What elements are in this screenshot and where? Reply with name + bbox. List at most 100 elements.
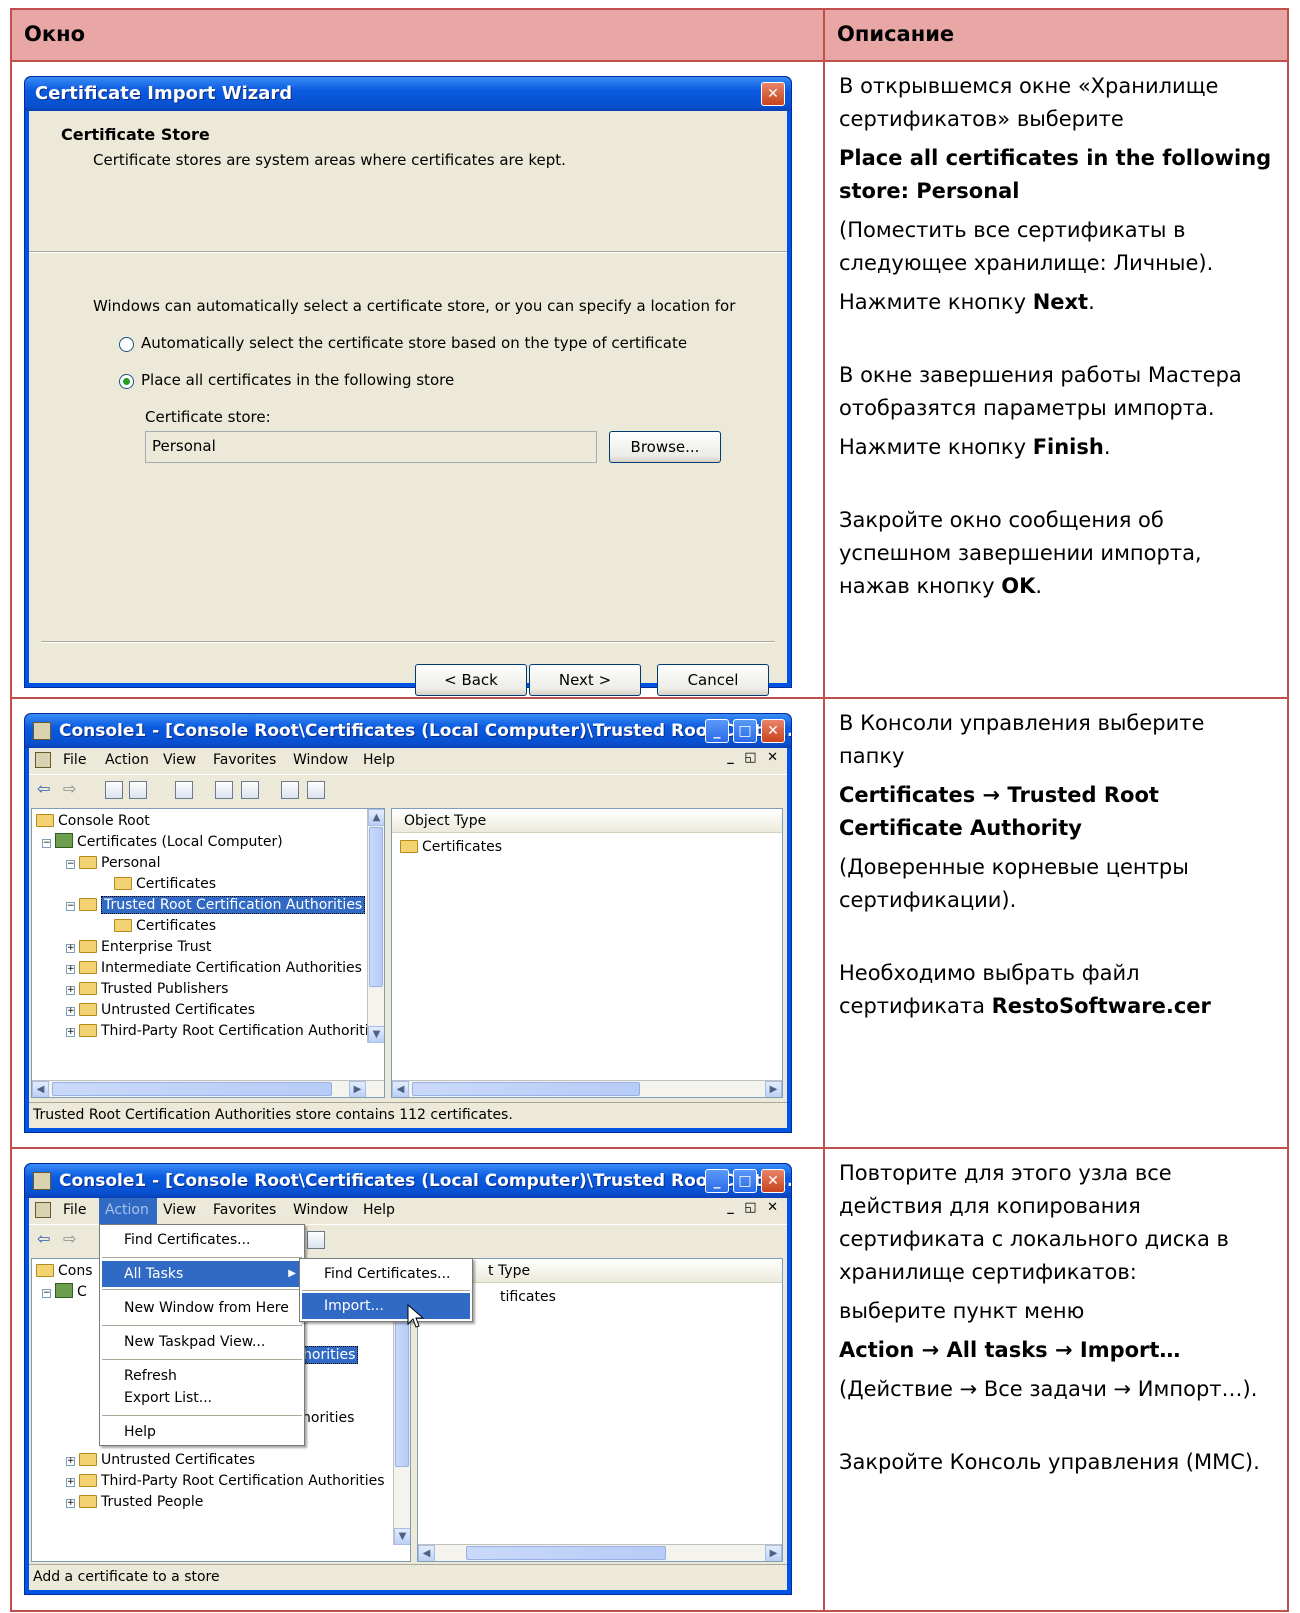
scroll-right-icon[interactable]: ▶ (349, 1081, 366, 1097)
menu-view[interactable]: View (163, 752, 196, 768)
tree-item[interactable]: + Trusted People (66, 1492, 203, 1512)
radio-place-all[interactable] (119, 374, 134, 389)
close-icon[interactable]: ✕ (761, 1169, 785, 1193)
store-label: Certificate store: (145, 408, 271, 426)
mouse-cursor-icon (407, 1304, 425, 1328)
scroll-left-icon[interactable]: ◀ (392, 1081, 409, 1097)
menu-favorites[interactable]: Favorites (213, 752, 276, 768)
desc-text-bold: Action → All tasks → Import… (839, 1334, 1273, 1367)
back-arrow-icon[interactable]: ⇦ (37, 779, 50, 798)
help-icon[interactable] (281, 781, 299, 799)
maximize-icon[interactable]: □ (733, 1169, 757, 1193)
menu-file[interactable]: File (63, 752, 86, 768)
scroll-thumb[interactable] (412, 1082, 640, 1096)
properties-icon[interactable] (307, 781, 325, 799)
menu-item-new-window[interactable]: New Window from Here (102, 1295, 302, 1321)
menu-item-export-list[interactable]: Export List... (102, 1385, 302, 1411)
list-horizontal-scrollbar[interactable]: ◀ ▶ (392, 1080, 782, 1097)
browse-button[interactable]: Browse... (609, 431, 721, 463)
menu-action-open[interactable]: Action (99, 1198, 157, 1224)
menu-item-new-taskpad[interactable]: New Taskpad View... (102, 1329, 302, 1355)
forward-arrow-icon[interactable]: ⇨ (63, 1229, 76, 1248)
tree-item[interactable]: + Untrusted Certificates (66, 1450, 255, 1470)
radio-auto-label: Automatically select the certificate sto… (141, 334, 688, 352)
menu-item-all-tasks[interactable]: All Tasks ▶ (102, 1261, 302, 1287)
forward-arrow-icon[interactable]: ⇨ (63, 779, 76, 798)
close-icon[interactable]: ✕ (761, 82, 785, 106)
scroll-thumb[interactable] (52, 1082, 332, 1096)
desc-text: Необходимо выбрать файл сертификата Rest… (839, 957, 1273, 1023)
menu-item-help[interactable]: Help (102, 1419, 302, 1445)
desc-text: Закройте Консоль управления (MMC). (839, 1450, 1260, 1474)
tree-item[interactable]: + Enterprise Trust (66, 937, 211, 957)
delete-icon[interactable] (175, 781, 193, 799)
close-icon[interactable]: ✕ (761, 719, 785, 743)
scroll-down-icon[interactable]: ▼ (368, 1026, 384, 1043)
list-horizontal-scrollbar[interactable]: ◀ ▶ (418, 1544, 782, 1561)
next-button[interactable]: Next > (529, 664, 641, 696)
scroll-right-icon[interactable]: ▶ (765, 1545, 782, 1561)
tree-item[interactable]: Certificates (114, 916, 216, 936)
scroll-up-icon[interactable]: ▲ (368, 809, 384, 826)
tree-item-selected[interactable]: horities (300, 1345, 359, 1365)
tree-item[interactable]: + Intermediate Certification Authorities (66, 958, 362, 978)
tree-horizontal-scrollbar[interactable]: ◀ ▶ (32, 1080, 384, 1097)
menu-item-import[interactable]: Import... (302, 1293, 470, 1319)
scroll-thumb[interactable] (369, 827, 383, 987)
back-arrow-icon[interactable]: ⇦ (37, 1229, 50, 1248)
up-folder-icon[interactable] (105, 781, 123, 799)
desc-emphasis: OK (1001, 574, 1036, 598)
action-menu: Find Certificates... All Tasks ▶ New Wind… (99, 1224, 305, 1446)
menu-favorites[interactable]: Favorites (213, 1202, 276, 1218)
minimize-icon[interactable]: _ (705, 719, 729, 743)
menu-view[interactable]: View (163, 1202, 196, 1218)
folder-icon (79, 1003, 97, 1016)
description-cell: Повторите для этого узла все действия дл… (823, 1147, 1289, 1612)
menu-help[interactable]: Help (363, 752, 395, 768)
cancel-button[interactable]: Cancel (657, 664, 769, 696)
tree-item[interactable]: − C (42, 1282, 87, 1302)
scroll-left-icon[interactable]: ◀ (32, 1081, 49, 1097)
back-button[interactable]: < Back (415, 664, 527, 696)
scroll-left-icon[interactable]: ◀ (418, 1545, 435, 1561)
desc-text: Нажмите кнопку Finish. (839, 431, 1273, 464)
radio-auto-select[interactable] (119, 337, 134, 352)
mdi-controls[interactable]: _ ◱ ✕ (727, 1200, 781, 1215)
mdi-controls[interactable]: _ ◱ ✕ (727, 750, 781, 765)
tree-item[interactable]: Console Root (36, 811, 150, 831)
list-column-header[interactable]: Object Type (392, 809, 782, 833)
menu-window[interactable]: Window (293, 1202, 348, 1218)
tree-item-selected[interactable]: − Trusted Root Certification Authorities (66, 895, 366, 915)
list-item[interactable]: tificates (500, 1287, 556, 1307)
menu-help[interactable]: Help (363, 1202, 395, 1218)
scroll-right-icon[interactable]: ▶ (765, 1081, 782, 1097)
tree-item[interactable]: + Trusted Publishers (66, 979, 228, 999)
tree-item[interactable]: − Personal (66, 853, 161, 873)
desc-emphasis: Certificates → Trusted Root Certificate … (839, 783, 1159, 840)
list-item[interactable]: Certificates (400, 837, 502, 857)
tree-item[interactable]: Certificates (114, 874, 216, 894)
refresh-icon[interactable] (215, 781, 233, 799)
menu-window[interactable]: Window (293, 752, 348, 768)
tree-item[interactable]: − Certificates (Local Computer) (42, 832, 283, 852)
menu-item-find-certificates-sub[interactable]: Find Certificates... (302, 1261, 470, 1287)
menu-action[interactable]: Action (105, 752, 149, 768)
tree-item[interactable]: + Third-Party Root Certification Authorit… (66, 1021, 377, 1041)
menu-file[interactable]: File (63, 1202, 86, 1218)
maximize-icon[interactable]: □ (733, 719, 757, 743)
properties-icon[interactable] (307, 1231, 325, 1249)
tree-item[interactable]: Cons (36, 1261, 93, 1281)
tree-item[interactable]: + Untrusted Certificates (66, 1000, 255, 1020)
tree-item[interactable]: + Third-Party Root Certification Authorit… (66, 1471, 385, 1491)
export-icon[interactable] (241, 781, 259, 799)
menu-item-find-certificates[interactable]: Find Certificates... (102, 1227, 302, 1253)
column-header-description: Описание (823, 8, 1289, 62)
scroll-down-icon[interactable]: ▼ (394, 1528, 410, 1545)
scroll-thumb[interactable] (466, 1546, 666, 1560)
tree-item[interactable]: horities (302, 1408, 354, 1428)
certificate-store-field[interactable]: Personal (145, 431, 597, 463)
tree-vertical-scrollbar[interactable]: ▲ ▼ (367, 809, 384, 1043)
minimize-icon[interactable]: _ (705, 1169, 729, 1193)
show-tree-icon[interactable] (129, 781, 147, 799)
certificates-snapin-icon (55, 1283, 73, 1298)
